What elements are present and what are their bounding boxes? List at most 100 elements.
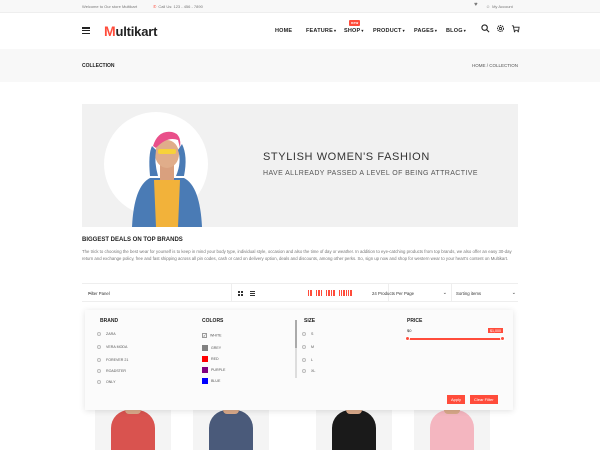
user-icon: ☺ xyxy=(486,4,491,9)
apply-button[interactable]: Apply xyxy=(447,395,466,404)
phone-text: Call Us: 123 - 456 - 7890 xyxy=(158,4,203,9)
chevron-down-icon: ▾ xyxy=(402,28,405,33)
settings-icon[interactable] xyxy=(496,24,505,35)
breadcrumb-bar: COLLECTION HOME / COLLECTION xyxy=(0,49,600,82)
color-option[interactable]: BLUE xyxy=(202,378,220,384)
size-option[interactable]: XL xyxy=(302,369,316,374)
my-account-link[interactable]: ☺ My Account xyxy=(486,4,513,9)
colors-filter-title: COLORS xyxy=(202,318,224,324)
cart-icon[interactable] xyxy=(511,24,520,35)
product-model-head xyxy=(444,410,460,414)
product-image xyxy=(332,410,376,450)
top-bar: Welcome to Our store Multikart ✆ Call Us:… xyxy=(0,0,600,13)
deals-description: The trick to choosing the best wear for … xyxy=(82,249,512,261)
brand-option[interactable]: VERA MODA xyxy=(97,345,128,350)
price-max-handle[interactable] xyxy=(500,336,505,341)
grid-view-icon[interactable] xyxy=(238,291,243,296)
product-image xyxy=(430,410,474,450)
nav-home[interactable]: HOME xyxy=(275,28,292,34)
nav-home-label: HOME xyxy=(275,28,293,34)
nav-product[interactable]: PRODUCT▾ xyxy=(373,28,405,34)
color-option-label: BLUE xyxy=(211,378,221,383)
new-badge: new xyxy=(349,20,361,26)
price-filter-title: PRICE xyxy=(407,318,423,324)
nav-pages[interactable]: PAGES▾ xyxy=(414,28,437,34)
size-option[interactable]: M xyxy=(302,345,314,350)
welcome-text: Welcome to Our store Multikart xyxy=(82,4,138,9)
filter-panel: BRAND ZARA VERA MODA FOREVER 21 ROADSTER… xyxy=(85,310,513,410)
deals-title: BIGGEST DEALS ON TOP BRANDS xyxy=(82,237,183,243)
page-title: COLLECTION xyxy=(82,63,115,69)
hamburger-menu-icon[interactable] xyxy=(82,27,90,35)
price-max-label: $1,000 xyxy=(488,328,503,333)
brand-filter-title: BRAND xyxy=(100,318,119,324)
brand-option[interactable]: FOREVER 21 xyxy=(97,358,129,363)
product-card[interactable] xyxy=(95,410,171,450)
search-icon[interactable] xyxy=(481,24,490,35)
product-card[interactable] xyxy=(414,410,490,450)
product-card[interactable] xyxy=(316,410,392,450)
color-option[interactable]: ✓ WHITE xyxy=(202,333,222,338)
size-option-label: L xyxy=(311,358,313,362)
per-page-select[interactable]: 24 Products Per Page ⌄ xyxy=(368,284,452,301)
size-option[interactable]: L xyxy=(302,358,313,363)
brand-option-label: VERA MODA xyxy=(106,345,128,349)
color-option-label: GREY xyxy=(211,345,222,350)
chevron-down-icon: ⌄ xyxy=(88,290,93,296)
nav-blog[interactable]: BLOG▾ xyxy=(446,28,466,34)
chevron-down-icon: ⌄ xyxy=(442,290,447,296)
product-model-head xyxy=(223,410,239,414)
banner-title: STYLISH WOMEN'S FASHION xyxy=(263,151,430,163)
price-range-slider[interactable] xyxy=(407,338,503,340)
color-option[interactable]: GREY xyxy=(202,345,221,351)
brand-option[interactable]: ZARA xyxy=(97,332,116,337)
color-option-label: RED xyxy=(211,356,219,361)
brand-option[interactable]: ROADSTER xyxy=(97,369,126,374)
color-swatch xyxy=(202,345,208,351)
brand-option-label: FOREVER 21 xyxy=(106,358,129,362)
nav-shop-label: SHOP xyxy=(344,28,361,34)
size-option[interactable]: S xyxy=(302,332,314,337)
sorting-select[interactable]: Sorting items ⌄ xyxy=(452,284,518,301)
nav-pages-label: PAGES xyxy=(414,28,434,34)
chevron-down-icon: ▾ xyxy=(463,28,466,33)
logo[interactable]: Multikart xyxy=(104,23,157,39)
chevron-down-icon: ▾ xyxy=(333,28,337,33)
color-option-label: WHITE xyxy=(210,333,222,338)
nav-feature[interactable]: FEATURE▾ new xyxy=(306,20,361,34)
logo-initial: M xyxy=(104,23,116,39)
breadcrumb[interactable]: HOME / COLLECTION xyxy=(472,63,518,68)
price-min-label: $0 xyxy=(407,328,412,333)
filter-panel-toggle[interactable]: Filter Panel ⌄ xyxy=(82,284,232,301)
brand-option-label: ONLY xyxy=(106,380,116,384)
product-image xyxy=(209,410,253,450)
product-card[interactable] xyxy=(193,410,269,450)
product-model-head xyxy=(125,410,141,414)
heart-icon[interactable]: ♥ xyxy=(474,2,478,8)
account-label: My Account xyxy=(492,4,513,9)
column-layout-icons[interactable] xyxy=(308,290,352,296)
size-option-label: S xyxy=(311,332,314,336)
list-view-icon[interactable] xyxy=(250,291,255,296)
price-min-handle[interactable] xyxy=(405,336,410,341)
brand-option[interactable]: ONLY xyxy=(97,380,116,385)
phone-info: ✆ Call Us: 123 - 456 - 7890 xyxy=(153,4,203,9)
banner-subtitle: HAVE ALLREADY PASSED A LEVEL OF BEING AT… xyxy=(263,170,478,177)
chevron-down-icon: ▾ xyxy=(434,28,438,33)
size-radio xyxy=(302,332,306,337)
size-option-label: XL xyxy=(311,369,316,373)
sorting-label: Sorting items xyxy=(456,291,482,296)
logo-text: ultikart xyxy=(115,24,158,39)
color-option[interactable]: PURPLE xyxy=(202,367,225,373)
colors-scrollbar-thumb[interactable] xyxy=(295,320,297,348)
size-option-label: M xyxy=(311,345,314,349)
clear-filter-button[interactable]: Clear Filter xyxy=(470,395,498,404)
brand-option-label: ROADSTER xyxy=(106,369,126,373)
brand-radio xyxy=(97,332,101,337)
color-option[interactable]: RED xyxy=(202,356,219,362)
nav-feature-label: FEATURE xyxy=(306,28,333,34)
nav-shop[interactable]: SHOP▾ xyxy=(344,28,364,34)
per-page-label: 24 Products Per Page xyxy=(372,291,415,296)
color-option-label: PURPLE xyxy=(211,367,226,372)
nav-blog-label: BLOG xyxy=(446,28,463,34)
